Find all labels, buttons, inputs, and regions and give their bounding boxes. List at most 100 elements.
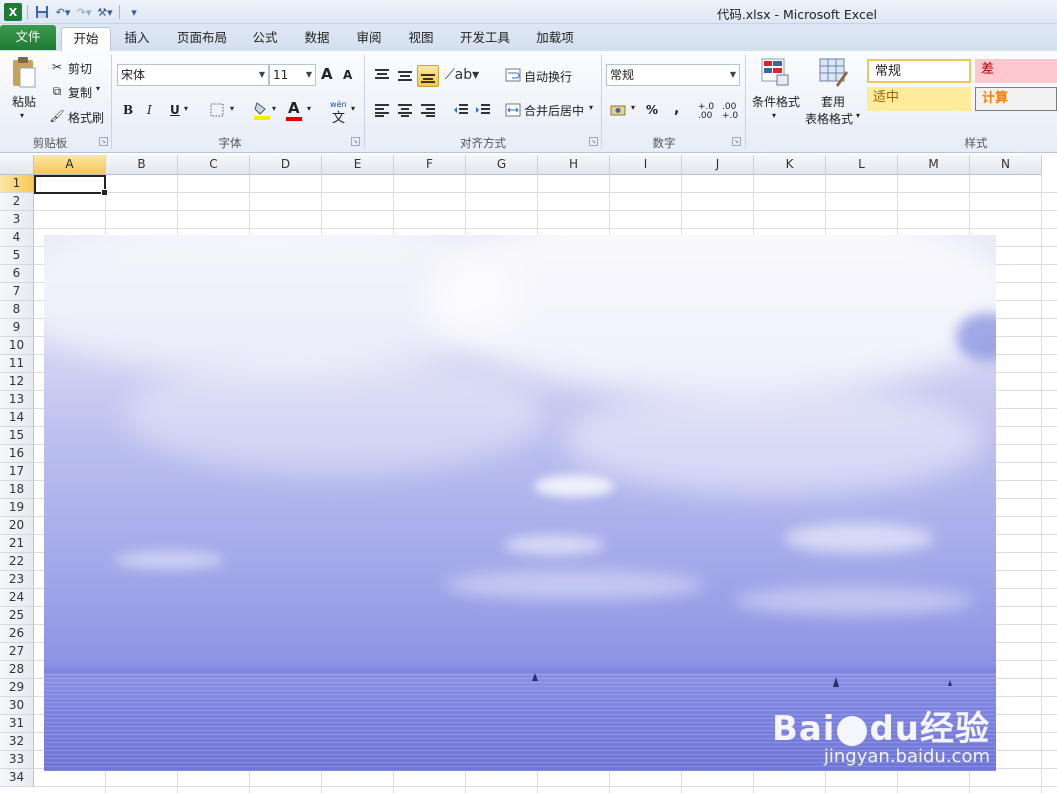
tab-file[interactable]: 文件 [0, 25, 56, 50]
percent-button[interactable]: % [646, 103, 658, 117]
row-header-23[interactable]: 23 [0, 571, 34, 589]
decrease-decimal-button[interactable]: .00 +.0 [722, 103, 742, 121]
align-center-icon[interactable] [395, 101, 415, 119]
wrap-text-button[interactable]: 自动换行 [524, 68, 572, 85]
copy-button[interactable]: 复制 [68, 84, 92, 101]
phonetic-dropdown-icon[interactable]: ▾ [351, 104, 355, 113]
row-header-3[interactable]: 3 [0, 211, 34, 229]
row-header-4[interactable]: 4 [0, 229, 34, 247]
tab-data[interactable]: 数据 [296, 27, 338, 51]
row-header-29[interactable]: 29 [0, 679, 34, 697]
row-header-5[interactable]: 5 [0, 247, 34, 265]
row-header-15[interactable]: 15 [0, 427, 34, 445]
clipboard-launcher-icon[interactable]: ↘ [99, 137, 108, 146]
phonetic-guide-button[interactable]: 文 [332, 107, 345, 126]
underline-button[interactable]: U [170, 103, 180, 117]
comma-button[interactable]: , [674, 101, 679, 117]
row-header-8[interactable]: 8 [0, 301, 34, 319]
align-right-icon[interactable] [418, 101, 438, 119]
conditional-formatting-button[interactable]: 条件格式 [752, 93, 800, 110]
row-header-13[interactable]: 13 [0, 391, 34, 409]
number-format-combo[interactable]: 常规 ▼ [606, 64, 740, 86]
align-middle-icon[interactable] [395, 65, 415, 85]
table-format-dropdown-icon[interactable]: ▾ [856, 111, 860, 120]
style-bad[interactable]: 差 [975, 59, 1057, 83]
row-header-31[interactable]: 31 [0, 715, 34, 733]
copy-dropdown-icon[interactable]: ▾ [96, 84, 100, 93]
fill-color-icon[interactable] [253, 100, 271, 120]
row-header-26[interactable]: 26 [0, 625, 34, 643]
column-header-e[interactable]: E [322, 155, 394, 175]
row-header-28[interactable]: 28 [0, 661, 34, 679]
style-normal[interactable]: 常规 [867, 59, 971, 83]
tab-addins[interactable]: 加载项 [528, 27, 582, 51]
format-as-table-icon[interactable] [817, 56, 849, 88]
align-left-icon[interactable] [372, 101, 392, 119]
column-header-i[interactable]: I [610, 155, 682, 175]
number-launcher-icon[interactable]: ↘ [732, 137, 741, 146]
format-painter-icon[interactable]: 🖌 [49, 109, 64, 123]
increase-decimal-button[interactable]: +.0 .00 [698, 103, 718, 121]
row-header-6[interactable]: 6 [0, 265, 34, 283]
copy-icon[interactable]: ⧉ [50, 84, 64, 98]
column-header-f[interactable]: F [394, 155, 466, 175]
column-header-a[interactable]: A [34, 155, 106, 175]
format-as-table-button[interactable]: 表格格式 [805, 110, 853, 127]
conditional-formatting-icon[interactable] [759, 56, 791, 88]
font-color-button[interactable]: A [288, 99, 300, 117]
paste-dropdown-icon[interactable]: ▾ [20, 111, 24, 120]
tab-formulas[interactable]: 公式 [244, 27, 286, 51]
paste-icon[interactable] [8, 55, 40, 91]
tab-home[interactable]: 开始 [61, 27, 111, 51]
row-header-11[interactable]: 11 [0, 355, 34, 373]
row-header-20[interactable]: 20 [0, 517, 34, 535]
row-header-27[interactable]: 27 [0, 643, 34, 661]
column-header-l[interactable]: L [826, 155, 898, 175]
tab-insert[interactable]: 插入 [116, 27, 158, 51]
row-header-32[interactable]: 32 [0, 733, 34, 751]
column-header-b[interactable]: B [106, 155, 178, 175]
font-size-combo[interactable]: 11 ▼ [269, 64, 316, 86]
align-bottom-icon[interactable] [417, 65, 439, 87]
column-header-k[interactable]: K [754, 155, 826, 175]
row-header-17[interactable]: 17 [0, 463, 34, 481]
font-name-combo[interactable]: 宋体 ▼ [117, 64, 269, 86]
row-header-7[interactable]: 7 [0, 283, 34, 301]
merge-center-button[interactable]: 合并后居中 [524, 102, 584, 119]
active-cell-a1[interactable] [34, 175, 108, 196]
border-dropdown-icon[interactable]: ▾ [230, 104, 234, 113]
row-header-21[interactable]: 21 [0, 535, 34, 553]
row-header-16[interactable]: 16 [0, 445, 34, 463]
paste-button[interactable]: 粘贴 [12, 93, 36, 110]
style-calculation[interactable]: 计算 [975, 87, 1057, 111]
cut-button[interactable]: 剪切 [68, 60, 92, 77]
grow-font-button[interactable]: A [321, 65, 333, 83]
cut-icon[interactable]: ✂ [50, 60, 64, 74]
orientation-icon[interactable]: ⟋ab▾ [445, 65, 479, 85]
merge-center-icon[interactable] [505, 102, 521, 118]
row-header-24[interactable]: 24 [0, 589, 34, 607]
conditional-dropdown-icon[interactable]: ▾ [772, 111, 776, 120]
row-header-9[interactable]: 9 [0, 319, 34, 337]
wrap-text-icon[interactable] [505, 67, 521, 83]
row-header-12[interactable]: 12 [0, 373, 34, 391]
tab-page-layout[interactable]: 页面布局 [170, 27, 234, 51]
underline-dropdown-icon[interactable]: ▾ [184, 104, 188, 113]
tab-view[interactable]: 视图 [400, 27, 442, 51]
font-color-dropdown-icon[interactable]: ▾ [307, 104, 311, 113]
format-painter-button[interactable]: 格式刷 [68, 109, 104, 126]
inserted-picture[interactable]: Bai du经验 jingyan.baidu.com [44, 235, 996, 771]
fill-color-dropdown-icon[interactable]: ▾ [272, 104, 276, 113]
column-header-h[interactable]: H [538, 155, 610, 175]
format-as-table-line1[interactable]: 套用 [821, 93, 845, 110]
font-launcher-icon[interactable]: ↘ [351, 137, 360, 146]
accounting-format-icon[interactable] [609, 101, 629, 119]
select-all-corner[interactable] [0, 155, 34, 175]
alignment-launcher-icon[interactable]: ↘ [589, 137, 598, 146]
accounting-dropdown-icon[interactable]: ▾ [631, 103, 635, 112]
row-header-30[interactable]: 30 [0, 697, 34, 715]
align-top-icon[interactable] [372, 65, 392, 85]
row-header-25[interactable]: 25 [0, 607, 34, 625]
italic-button[interactable]: I [147, 103, 152, 117]
row-header-33[interactable]: 33 [0, 751, 34, 769]
